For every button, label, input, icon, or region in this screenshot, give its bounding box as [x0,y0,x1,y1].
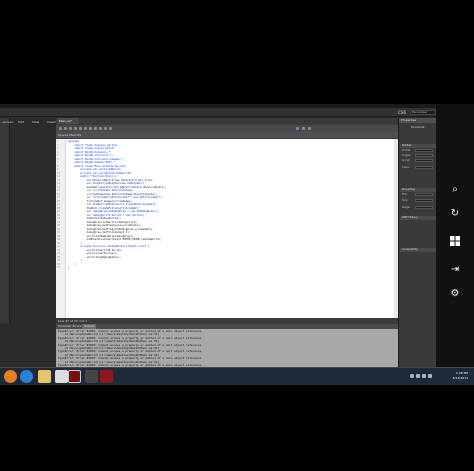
volume-icon[interactable] [422,374,426,378]
charms-bar: ⌕ ↻ ⇥ ⚙ [436,104,474,385]
size-field[interactable] [415,199,433,202]
class-field[interactable] [415,166,433,169]
code-hint-icon[interactable] [84,127,87,130]
add-script-icon[interactable] [59,127,62,130]
prop-label: Script: [402,159,411,162]
properties-header[interactable]: Properties [399,118,437,123]
ie-icon[interactable] [20,370,33,383]
section-properties[interactable]: Properties [400,188,436,192]
search-icon[interactable]: ⌕ [449,184,461,196]
prop-label: Class: [402,166,410,169]
section-publish[interactable]: Publish [400,144,436,148]
menu-view[interactable]: View [32,118,39,127]
tray-arrow-icon[interactable] [410,374,414,378]
clock-date: 5/13/2013 [452,376,468,380]
prop-label: Stage: [402,206,411,209]
app-version-logo: CS6 [398,110,406,115]
help-icon[interactable] [302,127,305,130]
profile-field[interactable] [415,149,433,152]
auto-format-icon[interactable] [79,127,82,130]
menu-bar: File Edit View Insert Modify Text Comman… [0,108,474,124]
stage-color-field[interactable] [415,206,433,209]
output-tabs: Compiler Errors Output [56,324,398,329]
debug-options-icon[interactable] [89,127,92,130]
collapse-icon[interactable] [94,127,97,130]
comment-icon[interactable] [104,127,107,130]
devices-icon[interactable]: ⇥ [449,264,461,276]
expand-icon[interactable] [99,127,102,130]
flag-icon[interactable] [428,374,432,378]
network-icon[interactable] [416,374,420,378]
share-icon[interactable]: ↻ [449,208,461,220]
prop-label: Target: [402,154,411,157]
target-field[interactable] [415,154,433,157]
app-taskbar-icon[interactable] [85,370,98,383]
syntax-check-icon[interactable] [74,127,77,130]
breadcrumb[interactable]: Source Main.fla [56,132,398,138]
prop-label: Profile: [402,149,411,152]
menu-edit[interactable]: Edit [18,118,24,127]
word-icon[interactable] [55,370,68,383]
script-field[interactable] [415,159,433,162]
document-tab[interactable]: Main.as* [57,118,79,124]
menu-insert[interactable]: Insert [47,118,56,127]
left-dock: ...ponent [0,118,13,323]
flash-player-icon[interactable] [100,370,113,383]
line-number: 37 [57,266,61,269]
prop-label: FPS: [402,193,408,196]
script-editor: Main.as* Source Main.fla 1 2 3 4 5 6 7 8 9 10 11 12… [56,118,398,318]
properties-panel: Properties Document Publish Profile: Tar… [398,118,437,385]
start-icon[interactable] [449,236,461,248]
firefox-icon[interactable] [4,370,17,383]
left-dock-label[interactable]: ...ponent [0,120,13,124]
editor-toolbar [56,125,398,132]
section-swf-history[interactable]: SWF History [400,216,436,220]
fps-field[interactable] [415,193,433,196]
insert-target-icon[interactable] [69,127,72,130]
windows-logo-icon [450,236,460,246]
flash-taskbar-icon[interactable] [68,370,81,383]
clock[interactable]: 2:08 PM 5/13/2013 [444,371,468,383]
explorer-icon[interactable] [38,370,51,383]
code-area[interactable]: 1 2 3 4 5 6 7 8 9 10 11 12 13 14 15 16 17 18 19 20 21 22 23 24 2… [56,139,398,318]
line-gutter: 1 2 3 4 5 6 7 8 9 10 11 12 13 14 15 16 17 18 19 20 21 22 23 24 2… [56,139,66,318]
tab-compiler-errors[interactable]: Compiler Errors [56,324,83,329]
system-tray [410,374,440,379]
uncomment-icon[interactable] [109,127,112,130]
settings-gear-icon[interactable]: ⚙ [449,288,461,300]
prop-label: Size: [402,199,409,202]
taskbar: 2:08 PM 5/13/2013 [0,367,474,385]
settings-icon[interactable] [308,127,311,130]
section-accessibility[interactable]: Accessibility [400,248,436,252]
find-icon[interactable] [64,127,67,130]
workspace-switcher[interactable]: Developer [410,110,436,115]
code-line: } [68,266,70,269]
target-icon[interactable] [296,127,299,130]
tab-output[interactable]: Output [82,324,97,329]
app-window: File Edit View Insert Modify Text Comman… [0,104,474,385]
document-name: Document [411,126,425,129]
